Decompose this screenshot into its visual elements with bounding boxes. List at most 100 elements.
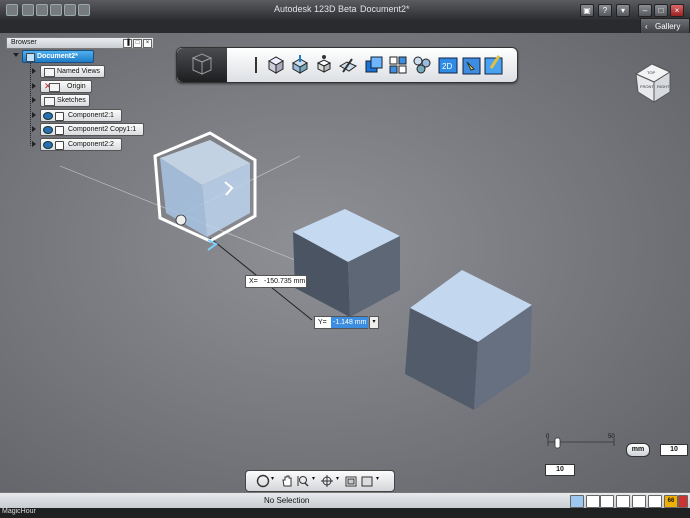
grid-minor-input[interactable]: 10 xyxy=(545,464,575,476)
expand-component-copy-icon[interactable] xyxy=(32,126,36,132)
browser-pin-icon[interactable]: ▐ xyxy=(123,39,132,48)
pattern-icon[interactable] xyxy=(411,54,433,76)
folder-icon xyxy=(44,68,55,77)
pencil-sketch-icon[interactable] xyxy=(245,54,267,76)
steering-wheel-icon[interactable] xyxy=(256,474,270,488)
measure-icon[interactable] xyxy=(461,54,483,76)
orbit-icon[interactable] xyxy=(320,474,334,488)
expand-origin-icon[interactable] xyxy=(32,83,36,89)
grid-toggle-icon[interactable] xyxy=(600,495,614,508)
undo-icon[interactable] xyxy=(64,4,76,16)
2d-view-icon[interactable]: 2D xyxy=(437,54,459,76)
main-toolbar: 2D xyxy=(176,47,518,83)
component-icon xyxy=(55,126,64,135)
select-mode-icon[interactable] xyxy=(570,495,584,508)
manage-icon[interactable]: ▣ xyxy=(580,4,594,17)
ruler-tick-50: 50 xyxy=(608,434,615,440)
viewcube-front-label[interactable]: FRONT xyxy=(640,84,654,89)
browser-header[interactable]: Browser ▐ □ × xyxy=(6,37,154,49)
grid-major-input[interactable]: 10 xyxy=(660,444,688,456)
grouping-icon[interactable] xyxy=(387,54,409,76)
svg-text:2D: 2D xyxy=(442,62,452,71)
viewcube[interactable]: TOP FRONT RIGHT xyxy=(630,60,676,106)
tree-item-named-views[interactable]: Named Views xyxy=(40,65,105,78)
steering-dropdown-icon[interactable]: ▾ xyxy=(271,475,274,482)
folder-icon xyxy=(49,83,60,92)
unit-toggle-button[interactable]: mm xyxy=(626,443,650,457)
eye-icon[interactable] xyxy=(43,141,53,149)
pan-hand-icon[interactable] xyxy=(280,474,294,488)
browser-expand-icon[interactable]: □ xyxy=(133,39,142,48)
expand-named-views-icon[interactable] xyxy=(32,68,36,74)
modify-press-pull-icon[interactable] xyxy=(337,54,359,76)
selection-status: No Selection xyxy=(264,496,310,505)
document-title: Document2* xyxy=(360,4,410,14)
taskbar: MagicHour xyxy=(0,508,690,518)
zoom-icon[interactable] xyxy=(296,474,310,488)
tree-item-component-copy[interactable]: Component2 Copy1:1 xyxy=(40,123,144,136)
viewcube-right-label[interactable]: RIGHT xyxy=(657,84,670,89)
view-style-dropdown-icon[interactable]: ▾ xyxy=(376,475,379,482)
primitive-box-icon[interactable] xyxy=(265,54,287,76)
app-logo[interactable] xyxy=(177,48,227,82)
cube-component-copy[interactable] xyxy=(293,209,400,317)
quality-badge[interactable]: 66 xyxy=(664,495,678,508)
gallery-label: Gallery xyxy=(655,22,681,31)
y-offset-input[interactable]: Y= -1.148 mm xyxy=(314,316,369,329)
gallery-arrow-icon: ‹ xyxy=(645,22,648,31)
render-icon[interactable] xyxy=(648,495,662,508)
browser-title: Browser xyxy=(11,39,37,46)
open-file-icon[interactable] xyxy=(36,4,48,16)
help-icon[interactable]: ? xyxy=(598,4,612,17)
component-icon xyxy=(55,141,64,150)
gallery-strip xyxy=(0,20,690,33)
fit-view-icon[interactable] xyxy=(344,474,358,488)
tree-item-component-2[interactable]: Component2:2 xyxy=(40,138,122,151)
extrude-icon[interactable] xyxy=(289,54,311,76)
component-icon xyxy=(55,112,64,121)
tree-item-component-1[interactable]: Component2:1 xyxy=(40,109,122,122)
tree-item-sketches[interactable]: Sketches xyxy=(40,94,90,107)
app-menu-icon[interactable] xyxy=(6,4,18,16)
cube-component-2[interactable] xyxy=(405,270,532,410)
selected-cube[interactable] xyxy=(153,131,257,251)
tree-connector xyxy=(30,62,31,146)
display-icon[interactable] xyxy=(616,495,630,508)
grid-ruler[interactable] xyxy=(542,432,632,452)
tree-item-origin[interactable]: ✕ Origin xyxy=(40,80,92,93)
collapse-root-icon[interactable] xyxy=(13,53,19,57)
orbit-dropdown-icon[interactable]: ▾ xyxy=(336,475,339,482)
maximize-button[interactable]: □ xyxy=(654,4,668,17)
snap-icon[interactable] xyxy=(586,495,600,508)
help-dropdown-icon[interactable]: ▾ xyxy=(616,4,630,17)
zoom-dropdown-icon[interactable]: ▾ xyxy=(312,475,315,482)
taskbar-label: MagicHour xyxy=(2,508,36,515)
close-button[interactable]: × xyxy=(670,4,684,17)
expand-component-1-icon[interactable] xyxy=(32,112,36,118)
y-offset-dropdown-icon[interactable]: ▾ xyxy=(369,316,379,329)
transform-icon[interactable] xyxy=(313,54,335,76)
material-toggle-icon[interactable] xyxy=(632,495,646,508)
eye-icon[interactable] xyxy=(43,126,53,134)
expand-component-2-icon[interactable] xyxy=(32,141,36,147)
cube-logo-icon xyxy=(191,53,213,75)
expand-sketches-icon[interactable] xyxy=(32,97,36,103)
eye-icon[interactable] xyxy=(43,112,53,120)
folder-icon xyxy=(44,97,55,106)
tree-root-document[interactable]: Document2* xyxy=(22,50,94,63)
view-style-icon[interactable] xyxy=(360,474,374,488)
app-title: Autodesk 123D Beta xyxy=(274,4,357,14)
status-bar: No Selection 66 xyxy=(0,492,690,509)
x-offset-input[interactable]: X= -150.735 mm xyxy=(245,275,307,288)
browser-close-icon[interactable]: × xyxy=(143,39,152,48)
new-file-icon[interactable] xyxy=(22,4,34,16)
material-icon[interactable] xyxy=(483,54,505,76)
combine-icon[interactable] xyxy=(363,54,385,76)
alert-icon[interactable] xyxy=(678,495,688,508)
viewcube-top-label[interactable]: TOP xyxy=(647,70,655,75)
save-file-icon[interactable] xyxy=(50,4,62,16)
minimize-button[interactable]: – xyxy=(638,4,652,17)
redo-icon[interactable] xyxy=(78,4,90,16)
navigation-bar: ▾ ▾ ▾ ▾ xyxy=(245,470,395,492)
ruler-tick-0: 0 xyxy=(546,434,550,440)
